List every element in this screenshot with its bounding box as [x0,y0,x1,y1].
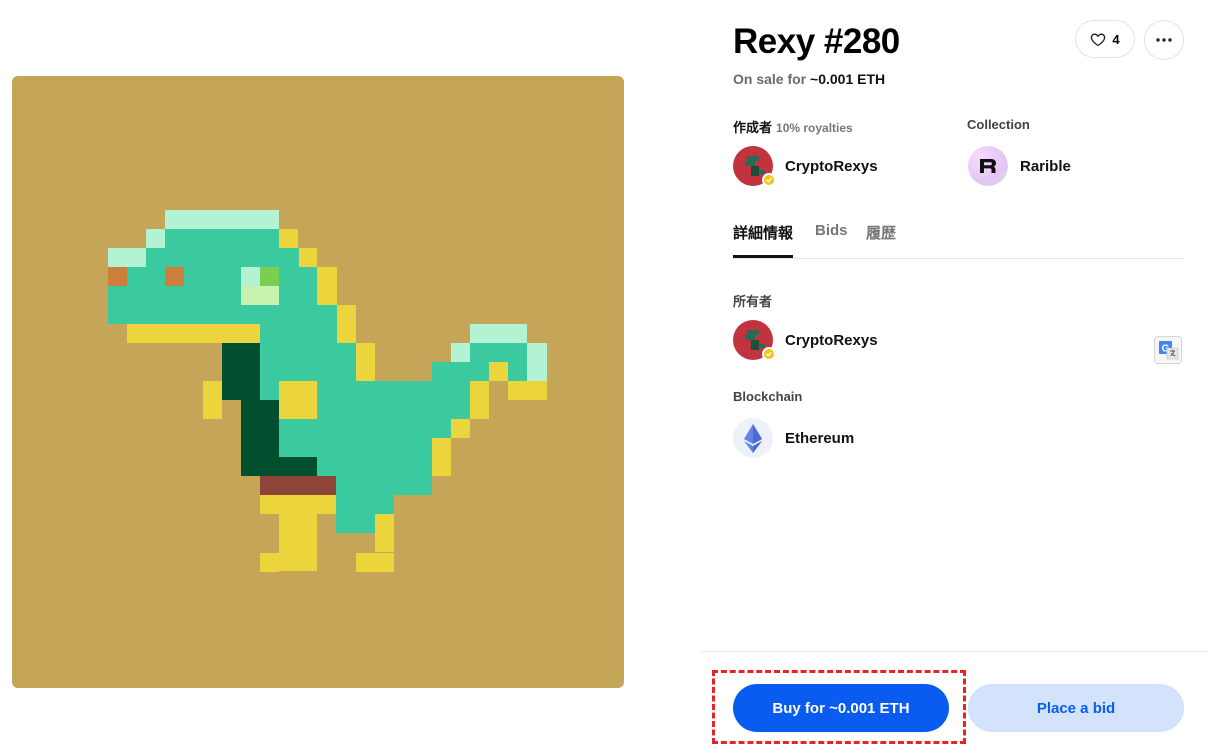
rexy-pixel-art [108,210,547,572]
owner-label: 所有者 [733,294,773,309]
nft-artwork[interactable] [12,76,624,688]
verified-check-icon [762,173,776,187]
blockchain-info: Ethereum [733,418,854,458]
active-tab-indicator [733,255,793,258]
target-highlight-box [712,670,966,744]
collection-label: Collection [967,117,1030,132]
owner-link[interactable]: CryptoRexys [733,320,878,361]
like-button[interactable]: 4 [1075,20,1135,58]
creator-avatar [733,146,776,187]
ellipsis-icon [1156,38,1172,42]
owner-avatar [733,320,776,361]
creator-link[interactable]: CryptoRexys [733,146,878,187]
heart-icon [1091,32,1106,46]
rarible-logo-icon [980,159,996,173]
tab-bids[interactable]: Bids [815,222,848,239]
sale-prefix: On sale for [733,71,807,87]
sale-status: On sale for ~0.001 ETH [733,71,885,87]
action-divider [701,651,1209,652]
collection-name: Rarible [1020,157,1071,175]
more-options-button[interactable] [1144,20,1184,60]
royalties-text: 10% royalties [776,121,853,135]
ethereum-icon [733,418,773,458]
blockchain-label: Blockchain [733,389,803,404]
creator-label: 作成者 10% royalties [733,120,853,135]
collection-avatar [968,146,1008,186]
blockchain-name: Ethereum [785,429,855,447]
google-translate-icon[interactable]: G [1154,336,1182,364]
sale-price: ~0.001 ETH [810,71,886,87]
collection-link[interactable]: Rarible [968,146,1071,186]
place-bid-button[interactable]: Place a bid [968,684,1184,732]
nft-title: Rexy #280 [733,22,900,61]
creator-name: CryptoRexys [785,157,878,175]
verified-check-icon [762,347,776,361]
like-count: 4 [1112,31,1120,47]
owner-name: CryptoRexys [785,331,878,349]
detail-tabs: 詳細情報 Bids 履歴 [733,222,1184,259]
tab-history[interactable]: 履歴 [866,222,896,243]
tab-details[interactable]: 詳細情報 [733,222,793,243]
